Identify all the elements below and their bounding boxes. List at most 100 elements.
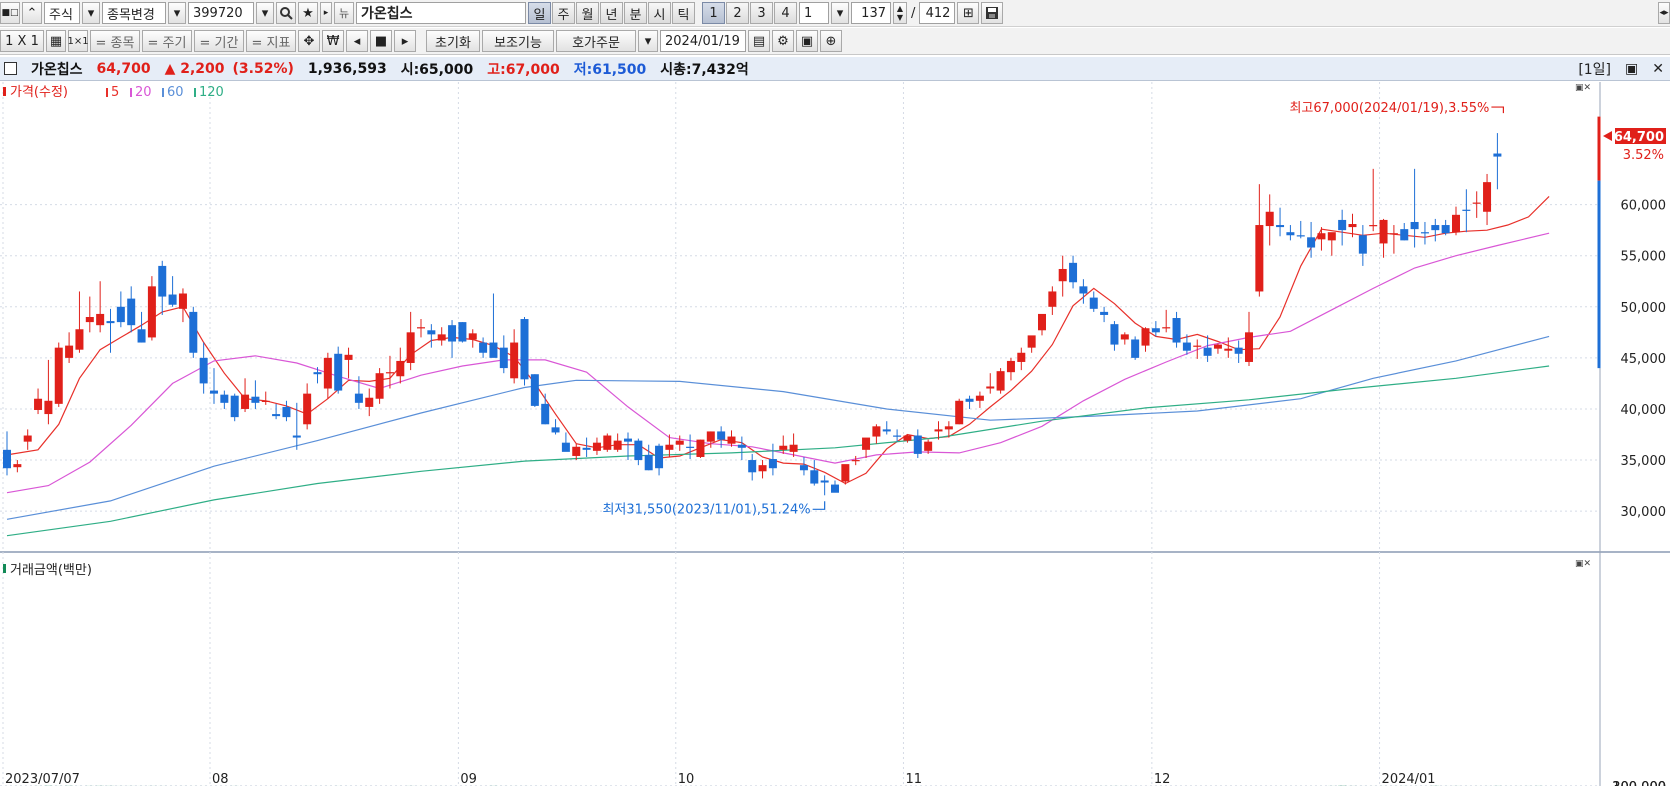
aux-function-label: 보조기능 [494, 35, 542, 51]
search-icon[interactable] [276, 2, 296, 24]
next-stock-arrow-icon[interactable]: ▸ [320, 2, 332, 24]
candle-body [354, 393, 363, 403]
stock-code-input[interactable]: 399720 [188, 2, 254, 24]
period-tab-5[interactable]: 시 [648, 2, 671, 24]
unit-input[interactable]: 1 [799, 2, 829, 24]
calendar-icon[interactable]: ▤ [748, 30, 770, 52]
order-button[interactable]: 호가주문 [556, 30, 636, 52]
candle-body [1379, 219, 1388, 244]
candle-body [1110, 324, 1119, 345]
x-tick-label: 12 [1154, 772, 1171, 786]
candle-body [882, 429, 891, 432]
candle-body [1151, 328, 1160, 333]
info-high: 고:67,000 [487, 61, 560, 78]
indicator-sync-button[interactable]: = 지표 [246, 30, 296, 52]
count-input[interactable]: 137 [851, 2, 891, 24]
market-label: 주식 [49, 7, 73, 23]
period-tab-4[interactable]: 분 [624, 2, 647, 24]
candle-body [1483, 182, 1492, 212]
unit-tab-0[interactable]: 1 [702, 2, 725, 24]
favorite-star-icon[interactable]: ★ [298, 2, 318, 24]
volume-panel-bg [0, 552, 1600, 786]
candle-body [127, 298, 136, 326]
order-label: 호가주문 [572, 35, 620, 51]
candle-body [437, 334, 446, 341]
maximize-icon[interactable]: ▣ [1625, 61, 1638, 77]
cycle-sync-button[interactable]: = 주기 [142, 30, 192, 52]
reset-label: 초기화 [435, 35, 471, 51]
news-icon[interactable]: 뉴 [334, 2, 354, 24]
prev-arrow-icon[interactable]: ◂ [346, 30, 368, 52]
move-icon[interactable]: ✥ [298, 30, 320, 52]
info-change-pct: (3.52%) [232, 60, 294, 77]
candle-body [1307, 237, 1316, 248]
window-menu-button[interactable]: ■□ [0, 2, 20, 24]
price-panel-min-icon[interactable]: ▣✕ [1575, 83, 1591, 93]
stock-sync-button[interactable]: = 종목 [90, 30, 140, 52]
code-dropdown-button[interactable]: ▾ [256, 2, 274, 24]
save-icon[interactable] [981, 2, 1004, 24]
x-tick-label: 08 [212, 772, 229, 786]
legend-ma-marker [194, 88, 196, 97]
candle-body [106, 321, 115, 324]
count-spinner[interactable]: ▲ ▼ [893, 2, 907, 24]
candle-body [841, 464, 850, 482]
candle-body [396, 360, 405, 377]
stock-name-text: 가온칩스 [361, 6, 413, 22]
unit-tab-1[interactable]: 2 [726, 2, 749, 24]
unit-tab-3[interactable]: 4 [774, 2, 797, 24]
candle-body [779, 445, 788, 450]
layout-button[interactable]: 1 X 1 [0, 30, 44, 52]
x-tick-label: 2023/07/07 [5, 772, 80, 786]
export-icon[interactable]: ▣ [796, 30, 818, 52]
add-window-icon[interactable]: ⊞ [957, 2, 980, 24]
candle-body [96, 313, 105, 326]
next-arrow-icon[interactable]: ▸ [394, 30, 416, 52]
volume-panel-min-icon[interactable]: ▣✕ [1575, 559, 1591, 569]
market-dropdown-button[interactable]: ▾ [82, 2, 100, 24]
reset-button[interactable]: 초기화 [426, 30, 480, 52]
period-tab-3[interactable]: 년 [600, 2, 623, 24]
candle-body [1162, 327, 1171, 329]
single-layout-icon[interactable]: 1×1 [67, 30, 89, 52]
currency-icon[interactable]: ₩ [322, 30, 344, 52]
candle-body [872, 426, 881, 437]
settings-gear-icon[interactable]: ⚙ [772, 30, 794, 52]
panel-scroll-icon[interactable]: ◂▸ [1658, 2, 1670, 24]
unit-dropdown-button[interactable]: ▾ [831, 2, 849, 24]
period-tab-6[interactable]: 틱 [672, 2, 695, 24]
checkbox-icon[interactable] [4, 62, 17, 75]
order-dropdown-button[interactable]: ▾ [638, 30, 658, 52]
grid-icon[interactable]: ▦ [46, 30, 66, 52]
zoom-icon[interactable]: ⊕ [820, 30, 842, 52]
candle-body [1203, 347, 1212, 356]
aux-function-button[interactable]: 보조기능 [482, 30, 554, 52]
candle-body [965, 398, 974, 402]
candle-body [530, 374, 539, 406]
candle-body [768, 459, 777, 469]
period-tab-2[interactable]: 월 [576, 2, 599, 24]
period-sync-label: = 기간 [199, 35, 239, 51]
period-tab-0[interactable]: 일 [528, 2, 551, 24]
candle-body [520, 319, 529, 380]
candle-body [116, 306, 125, 323]
market-select[interactable]: 주식 [44, 2, 80, 24]
candle-body [1286, 232, 1295, 236]
chart-toolbar: 1 X 1 ▦ 1×1 = 종목 = 주기 = 기간 = 지표 ✥ ₩ ◂ ■ … [0, 28, 1670, 55]
low-annotation: 최저31,550(2023/11/01),51.24% [602, 502, 810, 517]
stock-change-dropdown[interactable]: ▾ [168, 2, 186, 24]
candle-body [1462, 209, 1471, 211]
period-sync-button[interactable]: = 기간 [194, 30, 244, 52]
info-low: 저:61,500 [573, 61, 647, 78]
stock-change-select[interactable]: 종목변경 [102, 2, 166, 24]
close-icon[interactable]: ✕ [1652, 61, 1664, 77]
stop-icon[interactable]: ■ [370, 30, 392, 52]
scroll-up-button[interactable]: ⌃ [22, 2, 42, 24]
candle-body [1410, 221, 1419, 230]
candle-body [810, 470, 819, 484]
date-input[interactable]: 2024/01/19 [660, 30, 746, 52]
period-tab-1[interactable]: 주 [552, 2, 575, 24]
count-separator: / [911, 5, 916, 21]
legend-price-marker [3, 87, 6, 96]
unit-tab-2[interactable]: 3 [750, 2, 773, 24]
